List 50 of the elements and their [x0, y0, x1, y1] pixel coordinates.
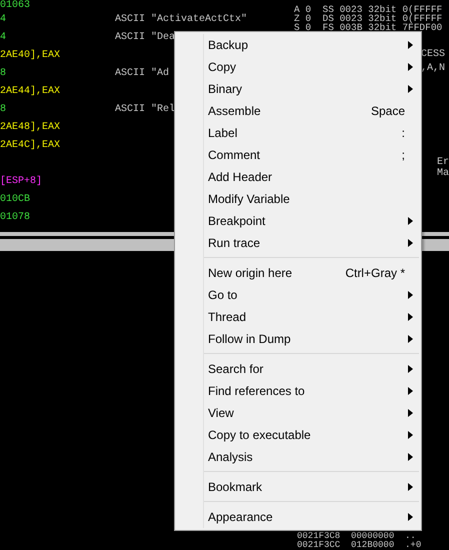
code-text: 4 — [0, 13, 8, 27]
menu-item[interactable]: Add Header — [175, 166, 419, 188]
code-comment: ASCII "Ad — [115, 66, 170, 81]
shortcut-text: Space — [370, 103, 405, 120]
menu-item[interactable]: Go to — [175, 284, 419, 306]
menu-item[interactable]: Appearance — [175, 506, 419, 528]
code-text: [ESP+8] — [0, 174, 44, 189]
code-text: 010CB — [0, 193, 32, 207]
code-text: 01063 — [0, 0, 32, 11]
menu-item[interactable]: Follow in Dump — [175, 328, 419, 350]
code-text: 2AE40],EAX — [0, 48, 62, 63]
menu-item[interactable]: Comment ; — [175, 144, 419, 166]
register-line: Z 0 DS 0023 32bit 0(FFFFF — [294, 14, 444, 23]
menu-item[interactable]: Binary — [175, 78, 419, 100]
menu-item[interactable]: Label : — [175, 122, 419, 144]
register-text: Er — [437, 156, 449, 168]
shortcut-text: ; — [402, 147, 405, 164]
code-text: 8 — [0, 67, 8, 81]
menu-item[interactable]: Modify Variable — [175, 188, 419, 210]
code-comment: ASCII "Rel — [115, 102, 176, 117]
menu-item[interactable]: Backup — [175, 34, 419, 56]
register-text: CESS — [421, 48, 446, 62]
menu-item[interactable]: Analysis — [175, 446, 419, 468]
menu-item[interactable]: Bookmark — [175, 476, 419, 498]
stack-row-text: 0021F3C8 00000000 .. — [297, 532, 417, 541]
menu-item[interactable]: Assemble Space — [175, 100, 419, 122]
shortcut-text: : — [402, 125, 405, 142]
menu-item[interactable]: Search for — [175, 358, 419, 380]
menu-item[interactable]: Breakpoint — [175, 210, 419, 232]
code-text: 4 — [0, 31, 8, 45]
stack-row: 0021F3CC 012B0000 .+0 — [297, 541, 422, 550]
register-text: Ma — [437, 167, 449, 181]
menu-item[interactable]: View — [175, 402, 419, 424]
menu-item[interactable]: Copy — [175, 56, 419, 78]
menu-item[interactable]: New origin here Ctrl+Gray * — [175, 262, 419, 284]
register-line: A 0 SS 0023 32bit 0(FFFFF — [294, 5, 444, 14]
code-text: 8 — [0, 103, 8, 117]
menu-item[interactable]: Find references to — [175, 380, 419, 402]
register-line: S 0 FS 003B 32bit 7FFDF00 — [294, 23, 444, 32]
code-text: 2AE4C],EAX — [0, 138, 62, 153]
menu-item[interactable]: Thread — [175, 306, 419, 328]
code-text: 2AE48],EAX — [0, 120, 62, 135]
code-text: 2AE44],EAX — [0, 84, 62, 99]
register-text: ,A,N — [421, 62, 446, 76]
menu-item[interactable]: Run trace — [175, 232, 419, 254]
code-comment: ASCII "ActivateActCtx" — [115, 12, 248, 27]
menu-item[interactable]: Copy to executable — [175, 424, 419, 446]
code-comment: ASCII "Dea — [115, 30, 176, 45]
code-text: 01078 — [0, 211, 32, 225]
shortcut-text: Ctrl+Gray * — [345, 265, 405, 282]
